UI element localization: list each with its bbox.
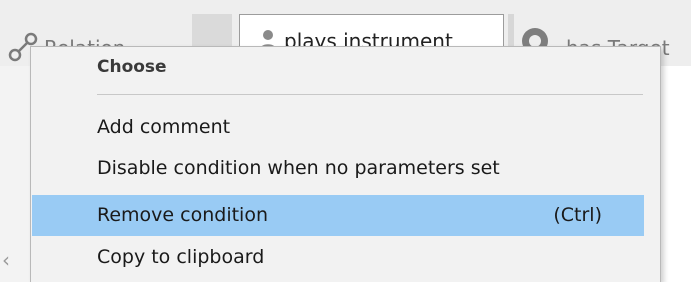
menu-item-add-comment[interactable]: Add comment bbox=[32, 107, 644, 148]
scroll-left-arrow-icon[interactable]: ‹ bbox=[2, 248, 10, 272]
menu-header: Choose bbox=[97, 57, 167, 77]
menu-item-shortcut: (Ctrl) bbox=[553, 204, 602, 226]
menu-item-label: Disable condition when no parameters set bbox=[97, 157, 500, 179]
menu-separator bbox=[97, 94, 643, 95]
menu-item-disable-condition[interactable]: Disable condition when no parameters set bbox=[32, 148, 644, 189]
menu-item-copy-to-clipboard[interactable]: Copy to clipboard bbox=[32, 237, 644, 278]
menu-item-label: Remove condition bbox=[97, 204, 268, 226]
context-menu: Choose Add comment Disable condition whe… bbox=[30, 46, 661, 282]
menu-item-label: Copy to clipboard bbox=[97, 246, 265, 268]
menu-item-remove-condition[interactable]: Remove condition (Ctrl) bbox=[32, 195, 644, 236]
menu-item-label: Add comment bbox=[97, 116, 231, 138]
